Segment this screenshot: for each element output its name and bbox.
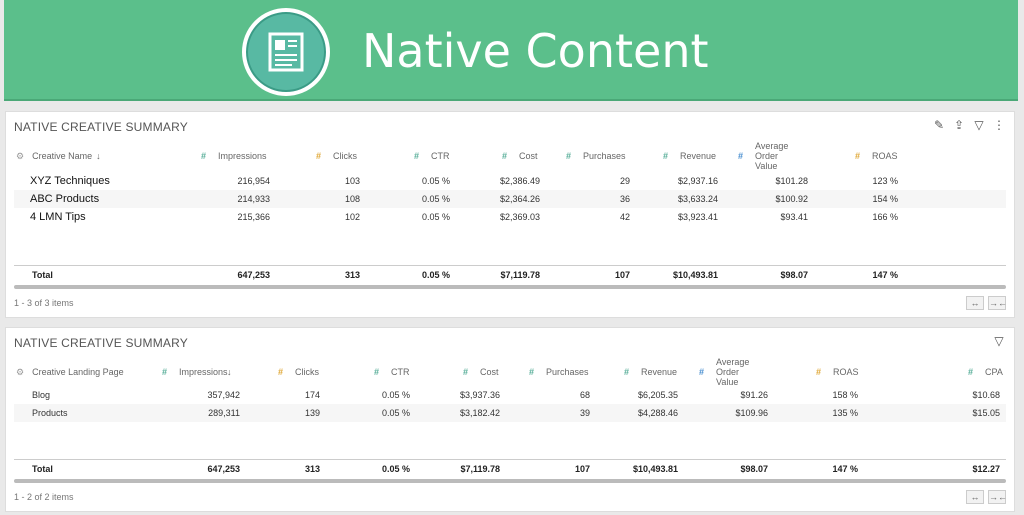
column-clicks[interactable]: # Clicks bbox=[278, 354, 319, 390]
export-icon[interactable]: ⇪ bbox=[952, 118, 966, 132]
column-creative-landing-page[interactable]: ⚙ Creative Landing Page bbox=[16, 354, 124, 390]
filter-icon[interactable]: ▽ bbox=[992, 334, 1006, 348]
expand-columns-icon[interactable]: ↔ bbox=[966, 296, 984, 310]
number-icon: # bbox=[699, 367, 705, 377]
column-average-order-value[interactable]: # Average Order Value bbox=[699, 354, 769, 390]
panel-title: NATIVE CREATIVE SUMMARY bbox=[14, 336, 188, 350]
number-icon: # bbox=[502, 151, 508, 161]
column-roas[interactable]: # ROAS bbox=[816, 354, 859, 390]
number-icon: # bbox=[463, 367, 469, 377]
column-roas[interactable]: # ROAS bbox=[855, 138, 898, 174]
number-icon: # bbox=[663, 151, 669, 161]
number-icon: # bbox=[566, 151, 572, 161]
pagination-info: 1 - 2 of 2 items bbox=[14, 492, 74, 502]
number-icon: # bbox=[414, 151, 420, 161]
panel-title: NATIVE CREATIVE SUMMARY bbox=[14, 120, 188, 134]
horizontal-scrollbar[interactable] bbox=[14, 285, 1006, 289]
column-purchases[interactable]: # Purchases bbox=[566, 138, 626, 174]
column-average-order-value[interactable]: # Average Order Value bbox=[738, 138, 808, 174]
expand-columns-icon[interactable]: ↔ bbox=[966, 490, 984, 504]
column-revenue[interactable]: # Revenue bbox=[663, 138, 716, 174]
number-icon: # bbox=[855, 151, 861, 161]
table-row[interactable]: Blog 357,942 174 0.05 % $3,937.36 68 $6,… bbox=[14, 386, 1006, 404]
total-row: Total 647,253 313 0.05 % $7,119.78 107 $… bbox=[14, 265, 1006, 283]
column-cpa[interactable]: # CPA bbox=[968, 354, 1003, 390]
settings-icon[interactable]: ⚙ bbox=[16, 151, 24, 162]
number-icon: # bbox=[316, 151, 322, 161]
creative-summary-panel: NATIVE CREATIVE SUMMARY ✎ ⇪ ▽ ⋮ ⚙ Creati… bbox=[5, 111, 1015, 318]
table-row[interactable]: ABC Products 214,933 108 0.05 % $2,364.2… bbox=[14, 190, 1006, 208]
number-icon: # bbox=[162, 367, 168, 377]
table-row[interactable]: XYZ Techniques 216,954 103 0.05 % $2,386… bbox=[14, 172, 1006, 190]
column-purchases[interactable]: # Purchases bbox=[529, 354, 589, 390]
column-revenue[interactable]: # Revenue bbox=[624, 354, 677, 390]
more-icon[interactable]: ⋮ bbox=[992, 118, 1006, 132]
number-icon: # bbox=[968, 367, 974, 377]
pagination-info: 1 - 3 of 3 items bbox=[14, 298, 74, 308]
column-clicks[interactable]: # Clicks bbox=[316, 138, 357, 174]
table-header: ⚙ Creative Name ↓ # Impressions # Clicks #… bbox=[14, 138, 1006, 174]
number-icon: # bbox=[738, 151, 744, 161]
column-creative-name[interactable]: ⚙ Creative Name ↓ bbox=[16, 138, 101, 174]
settings-icon[interactable]: ⚙ bbox=[16, 367, 24, 378]
horizontal-scrollbar[interactable] bbox=[14, 479, 1006, 483]
sort-desc-icon: ↓ bbox=[227, 367, 232, 377]
edit-icon[interactable]: ✎ bbox=[932, 118, 946, 132]
newspaper-icon bbox=[242, 8, 330, 96]
collapse-columns-icon[interactable]: →← bbox=[988, 490, 1007, 504]
number-icon: # bbox=[816, 367, 822, 377]
number-icon: # bbox=[278, 367, 284, 377]
number-icon: # bbox=[201, 151, 207, 161]
table-header: ⚙ Creative Landing Page # Impressions ↓ #… bbox=[14, 354, 1006, 390]
number-icon: # bbox=[529, 367, 535, 377]
sort-desc-icon: ↓ bbox=[96, 151, 101, 161]
filter-icon[interactable]: ▽ bbox=[972, 118, 986, 132]
column-cost[interactable]: # Cost bbox=[463, 354, 499, 390]
page-title: Native Content bbox=[362, 24, 709, 78]
collapse-columns-icon[interactable]: →← bbox=[988, 296, 1007, 310]
column-impressions[interactable]: # Impressions ↓ bbox=[162, 354, 252, 390]
column-cost[interactable]: # Cost bbox=[502, 138, 538, 174]
number-icon: # bbox=[374, 367, 380, 377]
column-impressions[interactable]: # Impressions bbox=[201, 138, 271, 174]
total-row: Total 647,253 313 0.05 % $7,119.78 107 $… bbox=[14, 459, 1006, 477]
column-ctr[interactable]: # CTR bbox=[374, 354, 410, 390]
table-row[interactable]: 4 LMN Tips 215,366 102 0.05 % $2,369.03 … bbox=[14, 208, 1006, 226]
table-row[interactable]: Products 289,311 139 0.05 % $3,182.42 39… bbox=[14, 404, 1006, 422]
column-ctr[interactable]: # CTR bbox=[414, 138, 450, 174]
landing-page-summary-panel: NATIVE CREATIVE SUMMARY ▽ ⚙ Creative Lan… bbox=[5, 327, 1015, 512]
header-banner: Native Content bbox=[4, 0, 1018, 101]
number-icon: # bbox=[624, 367, 630, 377]
